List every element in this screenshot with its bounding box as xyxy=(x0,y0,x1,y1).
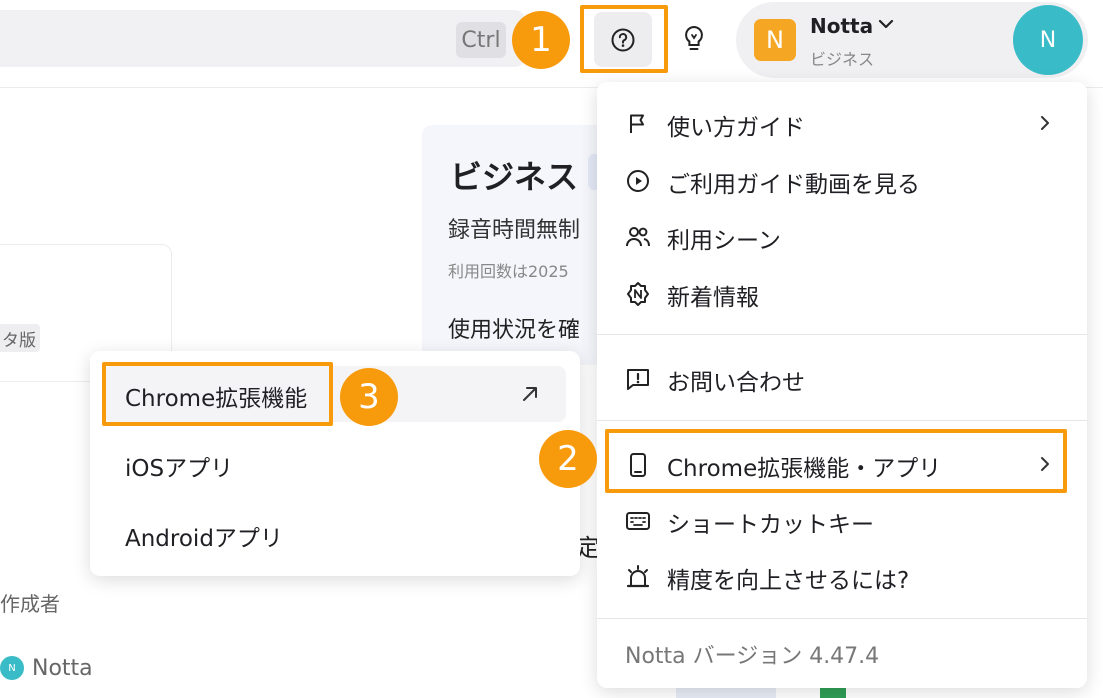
menu-item-video-guide[interactable]: ご利用ガイド動画を見る xyxy=(597,153,1087,207)
submenu-item-label: iOSアプリ xyxy=(125,456,234,482)
beta-tag: タ版 xyxy=(0,324,40,352)
plan-usage-note: 利用回数は2025 xyxy=(448,262,569,281)
menu-item-label: 使い方ガイド xyxy=(667,115,805,141)
menu-item-guide[interactable]: 使い方ガイド xyxy=(597,96,1087,150)
lightbulb-icon xyxy=(681,24,707,54)
menu-item-label: 新着情報 xyxy=(667,285,759,311)
highlight-extensions-apps xyxy=(605,429,1067,493)
menu-divider xyxy=(597,420,1087,421)
menu-item-label: ご利用ガイド動画を見る xyxy=(667,172,920,198)
menu-divider xyxy=(597,334,1087,335)
submenu-item-android-app[interactable]: Androidアプリ xyxy=(104,506,566,562)
step-badge-2: 2 xyxy=(539,430,597,488)
new-badge-icon xyxy=(625,281,651,307)
creator-name: Notta xyxy=(32,656,93,681)
menu-item-accuracy-tips[interactable]: 精度を向上させるには? xyxy=(597,549,1087,603)
menu-item-contact[interactable]: お問い合わせ xyxy=(597,351,1087,405)
workspace-logo: N xyxy=(754,19,796,61)
menu-item-label: 利用シーン xyxy=(667,228,781,254)
menu-item-shortcuts[interactable]: ショートカットキー xyxy=(597,493,1087,547)
submenu-item-label: Androidアプリ xyxy=(125,526,283,552)
flag-icon xyxy=(625,111,651,137)
menu-item-label: お問い合わせ xyxy=(667,370,805,396)
alarm-icon xyxy=(625,564,651,590)
creator-avatar: N xyxy=(0,656,24,680)
menu-item-label: 精度を向上させるには? xyxy=(667,568,910,594)
highlight-help-button xyxy=(580,5,668,73)
user-plan: ビジネス xyxy=(810,50,875,69)
help-menu: 使い方ガイド ご利用ガイド動画を見る 利用シーン 新着情報 お問い合わせ Chr… xyxy=(597,82,1087,688)
plan-title: ビジネス xyxy=(450,158,579,196)
menu-item-whats-new[interactable]: 新着情報 xyxy=(597,266,1087,320)
plan-usage-link[interactable]: 使用状況を確 xyxy=(448,312,580,344)
menu-item-label: ショートカットキー xyxy=(667,512,874,538)
keyboard-icon xyxy=(625,508,651,534)
plan-description: 録音時間無制 xyxy=(448,218,581,243)
message-alert-icon xyxy=(625,366,651,392)
play-circle-icon xyxy=(625,168,651,194)
highlight-chrome-extension xyxy=(102,362,333,426)
search-bar[interactable] xyxy=(0,10,525,67)
users-icon xyxy=(625,224,651,250)
creator-label: 作成者 xyxy=(0,592,60,616)
step-badge-1: 1 xyxy=(512,11,570,69)
user-name: Notta xyxy=(810,14,874,38)
search-shortcut-key: Ctrl xyxy=(456,22,506,58)
app-version: Notta バージョン 4.47.4 xyxy=(625,644,880,669)
user-menu[interactable]: N Notta ビジネス N xyxy=(736,2,1088,78)
step-badge-3: 3 xyxy=(340,368,398,426)
tips-button[interactable] xyxy=(670,15,718,63)
submenu-item-ios-app[interactable]: iOSアプリ xyxy=(104,436,566,492)
chevron-right-icon xyxy=(1035,111,1055,135)
menu-divider xyxy=(597,618,1087,619)
chevron-down-icon xyxy=(876,14,896,34)
menu-item-use-cases[interactable]: 利用シーン xyxy=(597,209,1087,263)
external-link-icon xyxy=(518,382,542,406)
avatar[interactable]: N xyxy=(1013,5,1083,75)
